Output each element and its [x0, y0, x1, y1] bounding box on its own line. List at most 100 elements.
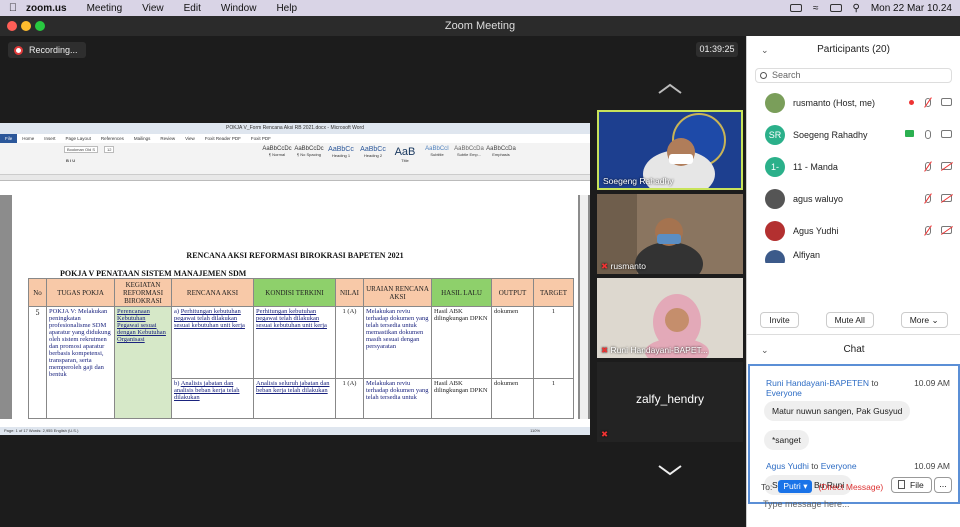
menu-view[interactable]: View — [142, 3, 164, 14]
word-tab-mailings[interactable]: Mailings — [129, 134, 156, 143]
chat-bubble: *sanget — [764, 430, 809, 450]
menu-help[interactable]: Help — [276, 3, 297, 14]
video-tile-rusmanto[interactable]: ✖ rusmanto — [597, 194, 743, 274]
avatar — [765, 250, 785, 263]
th-no: No — [28, 278, 47, 307]
message-time: 10.09 AM — [914, 461, 950, 471]
participant-name: Alfiyan — [793, 250, 821, 260]
avatar — [765, 189, 785, 209]
chevron-down-icon[interactable]: ⌄ — [761, 339, 769, 361]
document-subtitle: POKJA V PENATAAN SISTEM MANAJEMEN SDM — [60, 269, 247, 278]
participant-row[interactable]: 1- 11 - Manda — [747, 151, 960, 183]
camera-icon[interactable] — [941, 130, 952, 138]
word-status-bar: Page: 1 of 17 Words: 2,955 English (U.S.… — [0, 427, 590, 435]
th-output: OUTPUT — [491, 278, 534, 307]
word-tab-file[interactable]: File — [0, 134, 18, 143]
style-subtle-emphasis[interactable]: AaBbCcDa Subtle Emp... — [454, 146, 484, 166]
cell-rencana-b: b) Analisis jabatan dan analisis beban k… — [171, 378, 254, 419]
style-normal[interactable]: AaBbCcDc ¶ Normal — [262, 146, 292, 166]
wifi-icon[interactable]: ≈ — [813, 3, 819, 14]
sender-name[interactable]: Agus Yudhi — [766, 461, 809, 471]
mac-menubar:  zoom.us Meeting View Edit Window Help … — [0, 0, 960, 16]
chat-bubble: Matur nuwun sangen, Pak Gusyud — [764, 401, 911, 421]
zoom-status-icon[interactable] — [790, 4, 802, 12]
participant-actions: Invite Mute All More ⌄ — [747, 310, 960, 330]
search-icon[interactable]: ⚲ — [853, 3, 860, 14]
camera-off-icon[interactable] — [941, 226, 952, 234]
muted-mic-icon[interactable] — [923, 226, 932, 236]
chat-input[interactable]: Type message here... — [763, 499, 850, 509]
cell-kegiatan: Perencanaan Kebutuhan Pegawai sesuai den… — [114, 306, 172, 419]
word-tab-layout[interactable]: Page Layout — [61, 134, 96, 143]
style-heading1[interactable]: AaBbCc Heading 1 — [326, 146, 356, 166]
search-icon — [760, 72, 767, 79]
video-tile-runi[interactable]: ✖ Runi Handayani-BAPET... — [597, 278, 743, 358]
invite-button[interactable]: Invite — [760, 312, 799, 328]
word-status-text: Page: 1 of 17 Words: 2,955 English (U.S.… — [4, 428, 79, 433]
participant-row[interactable]: Alfiyan — [747, 247, 960, 263]
recipient-name[interactable]: Everyone — [821, 461, 857, 471]
word-tab-view[interactable]: View — [180, 134, 200, 143]
camera-icon[interactable] — [941, 98, 952, 106]
word-tab-foxit-reader[interactable]: Foxit Reader PDF — [200, 134, 246, 143]
datetime[interactable]: Mon 22 Mar 10.24 — [871, 3, 952, 14]
word-title: POKJA V_Form Rencana Aksi RB 2021.docx -… — [0, 123, 590, 134]
font-size-box[interactable]: 12 — [104, 146, 115, 153]
recipient-dropdown[interactable]: Putri ▾ — [778, 480, 813, 493]
muted-mic-icon[interactable] — [923, 98, 932, 108]
recording-indicator[interactable]: Recording... — [8, 42, 86, 58]
style-title[interactable]: AaB Title — [390, 146, 420, 166]
participant-row[interactable]: SR Soegeng Rahadhy — [747, 119, 960, 151]
word-tab-references[interactable]: References — [96, 134, 129, 143]
sender-name[interactable]: Runi Handayani-BAPETEN — [766, 378, 869, 388]
vertical-scrollbar[interactable] — [580, 195, 588, 419]
word-tab-foxit-pdf[interactable]: Foxit PDF — [246, 134, 276, 143]
participant-row[interactable]: agus waluyo — [747, 183, 960, 215]
style-no-spacing[interactable]: AaBbCcDc ¶ No Spacing — [294, 146, 324, 166]
recipient-name[interactable]: Everyone — [766, 388, 802, 398]
cell-rencana-a: a) Perhitungan kebutuhan pegawai telah d… — [171, 306, 254, 379]
word-tab-home[interactable]: Home — [17, 134, 39, 143]
scroll-up-chevron-icon[interactable] — [656, 82, 684, 96]
video-tile-zalfy[interactable]: zalfy_hendry ✖ — [597, 362, 743, 442]
file-button[interactable]: File — [891, 477, 932, 493]
word-zoom[interactable]: 110% — [530, 427, 540, 435]
battery-icon[interactable] — [829, 4, 842, 12]
menu-app-name[interactable]: zoom.us — [26, 3, 67, 14]
more-options-button[interactable]: ... — [934, 477, 952, 493]
more-button[interactable]: More ⌄ — [900, 312, 948, 328]
word-tab-review[interactable]: Review — [155, 134, 180, 143]
cell-tugas: POKJA V: Melakukan peningkatan profesion… — [46, 306, 115, 419]
close-window-button[interactable] — [7, 21, 17, 31]
muted-mic-icon[interactable] — [923, 194, 932, 204]
participant-name: agus waluyo — [793, 194, 844, 204]
menu-meeting[interactable]: Meeting — [87, 3, 123, 14]
video-tile-soegeng[interactable]: Soegeng Rahadhy — [597, 110, 743, 190]
style-emphasis[interactable]: AaBbCcDa Emphasis — [486, 146, 516, 166]
meeting-timer: 01:39:25 — [696, 42, 738, 57]
scroll-down-chevron-icon[interactable] — [656, 463, 684, 477]
minimize-window-button[interactable] — [21, 21, 31, 31]
chevron-down-icon[interactable]: ⌄ — [761, 36, 769, 64]
font-name-box[interactable]: Bookman Old S — [64, 146, 99, 153]
word-tab-insert[interactable]: Insert — [39, 134, 60, 143]
camera-off-icon[interactable] — [941, 194, 952, 202]
recording-dot-icon — [909, 100, 914, 105]
tile-name: Soegeng Rahadhy — [603, 176, 674, 186]
camera-off-icon[interactable] — [941, 162, 952, 170]
bold-icon[interactable]: B I U — [66, 158, 75, 163]
menu-edit[interactable]: Edit — [184, 3, 201, 14]
mic-icon[interactable] — [923, 130, 932, 140]
mute-all-button[interactable]: Mute All — [825, 312, 874, 328]
apple-icon[interactable]:  — [0, 2, 26, 14]
zoom-window-button[interactable] — [35, 21, 45, 31]
menu-window[interactable]: Window — [221, 3, 257, 14]
participant-name: Agus Yudhi — [793, 226, 839, 236]
muted-mic-icon[interactable] — [923, 162, 932, 172]
participants-search[interactable]: Search — [755, 68, 952, 83]
th-kegiatan: KEGIATAN REFORMASI BIROKRASI — [114, 278, 172, 307]
style-subtitle[interactable]: AaBbCcI Subtitle — [422, 146, 452, 166]
style-heading2[interactable]: AaBbCc Heading 2 — [358, 146, 388, 166]
participant-row[interactable]: rusmanto (Host, me) — [747, 87, 960, 119]
participant-row[interactable]: Agus Yudhi — [747, 215, 960, 247]
